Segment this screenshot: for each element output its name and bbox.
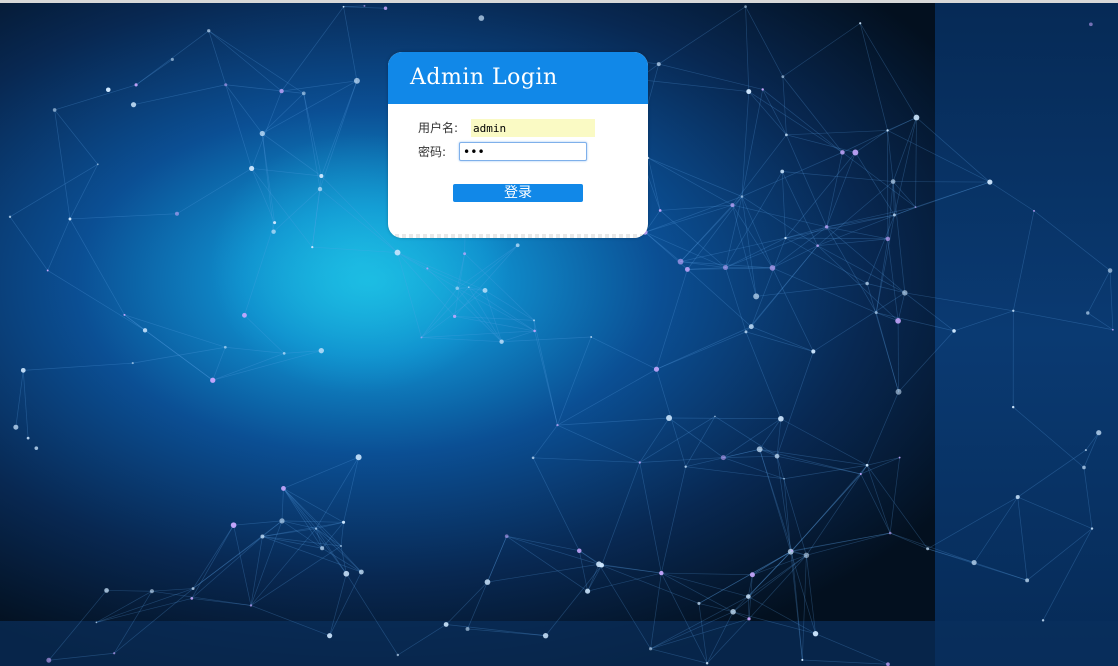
login-button[interactable]: 登录 <box>453 184 583 202</box>
password-label: 密码: <box>418 145 447 159</box>
panel-bottom-edge <box>388 234 648 238</box>
password-input[interactable] <box>459 142 587 161</box>
login-header: Admin Login <box>388 52 648 104</box>
login-panel: Admin Login 用户名: 密码: 登录 <box>388 52 648 238</box>
username-input[interactable] <box>471 119 595 137</box>
username-label: 用户名: <box>418 121 459 135</box>
login-title: Admin Login <box>410 65 558 90</box>
